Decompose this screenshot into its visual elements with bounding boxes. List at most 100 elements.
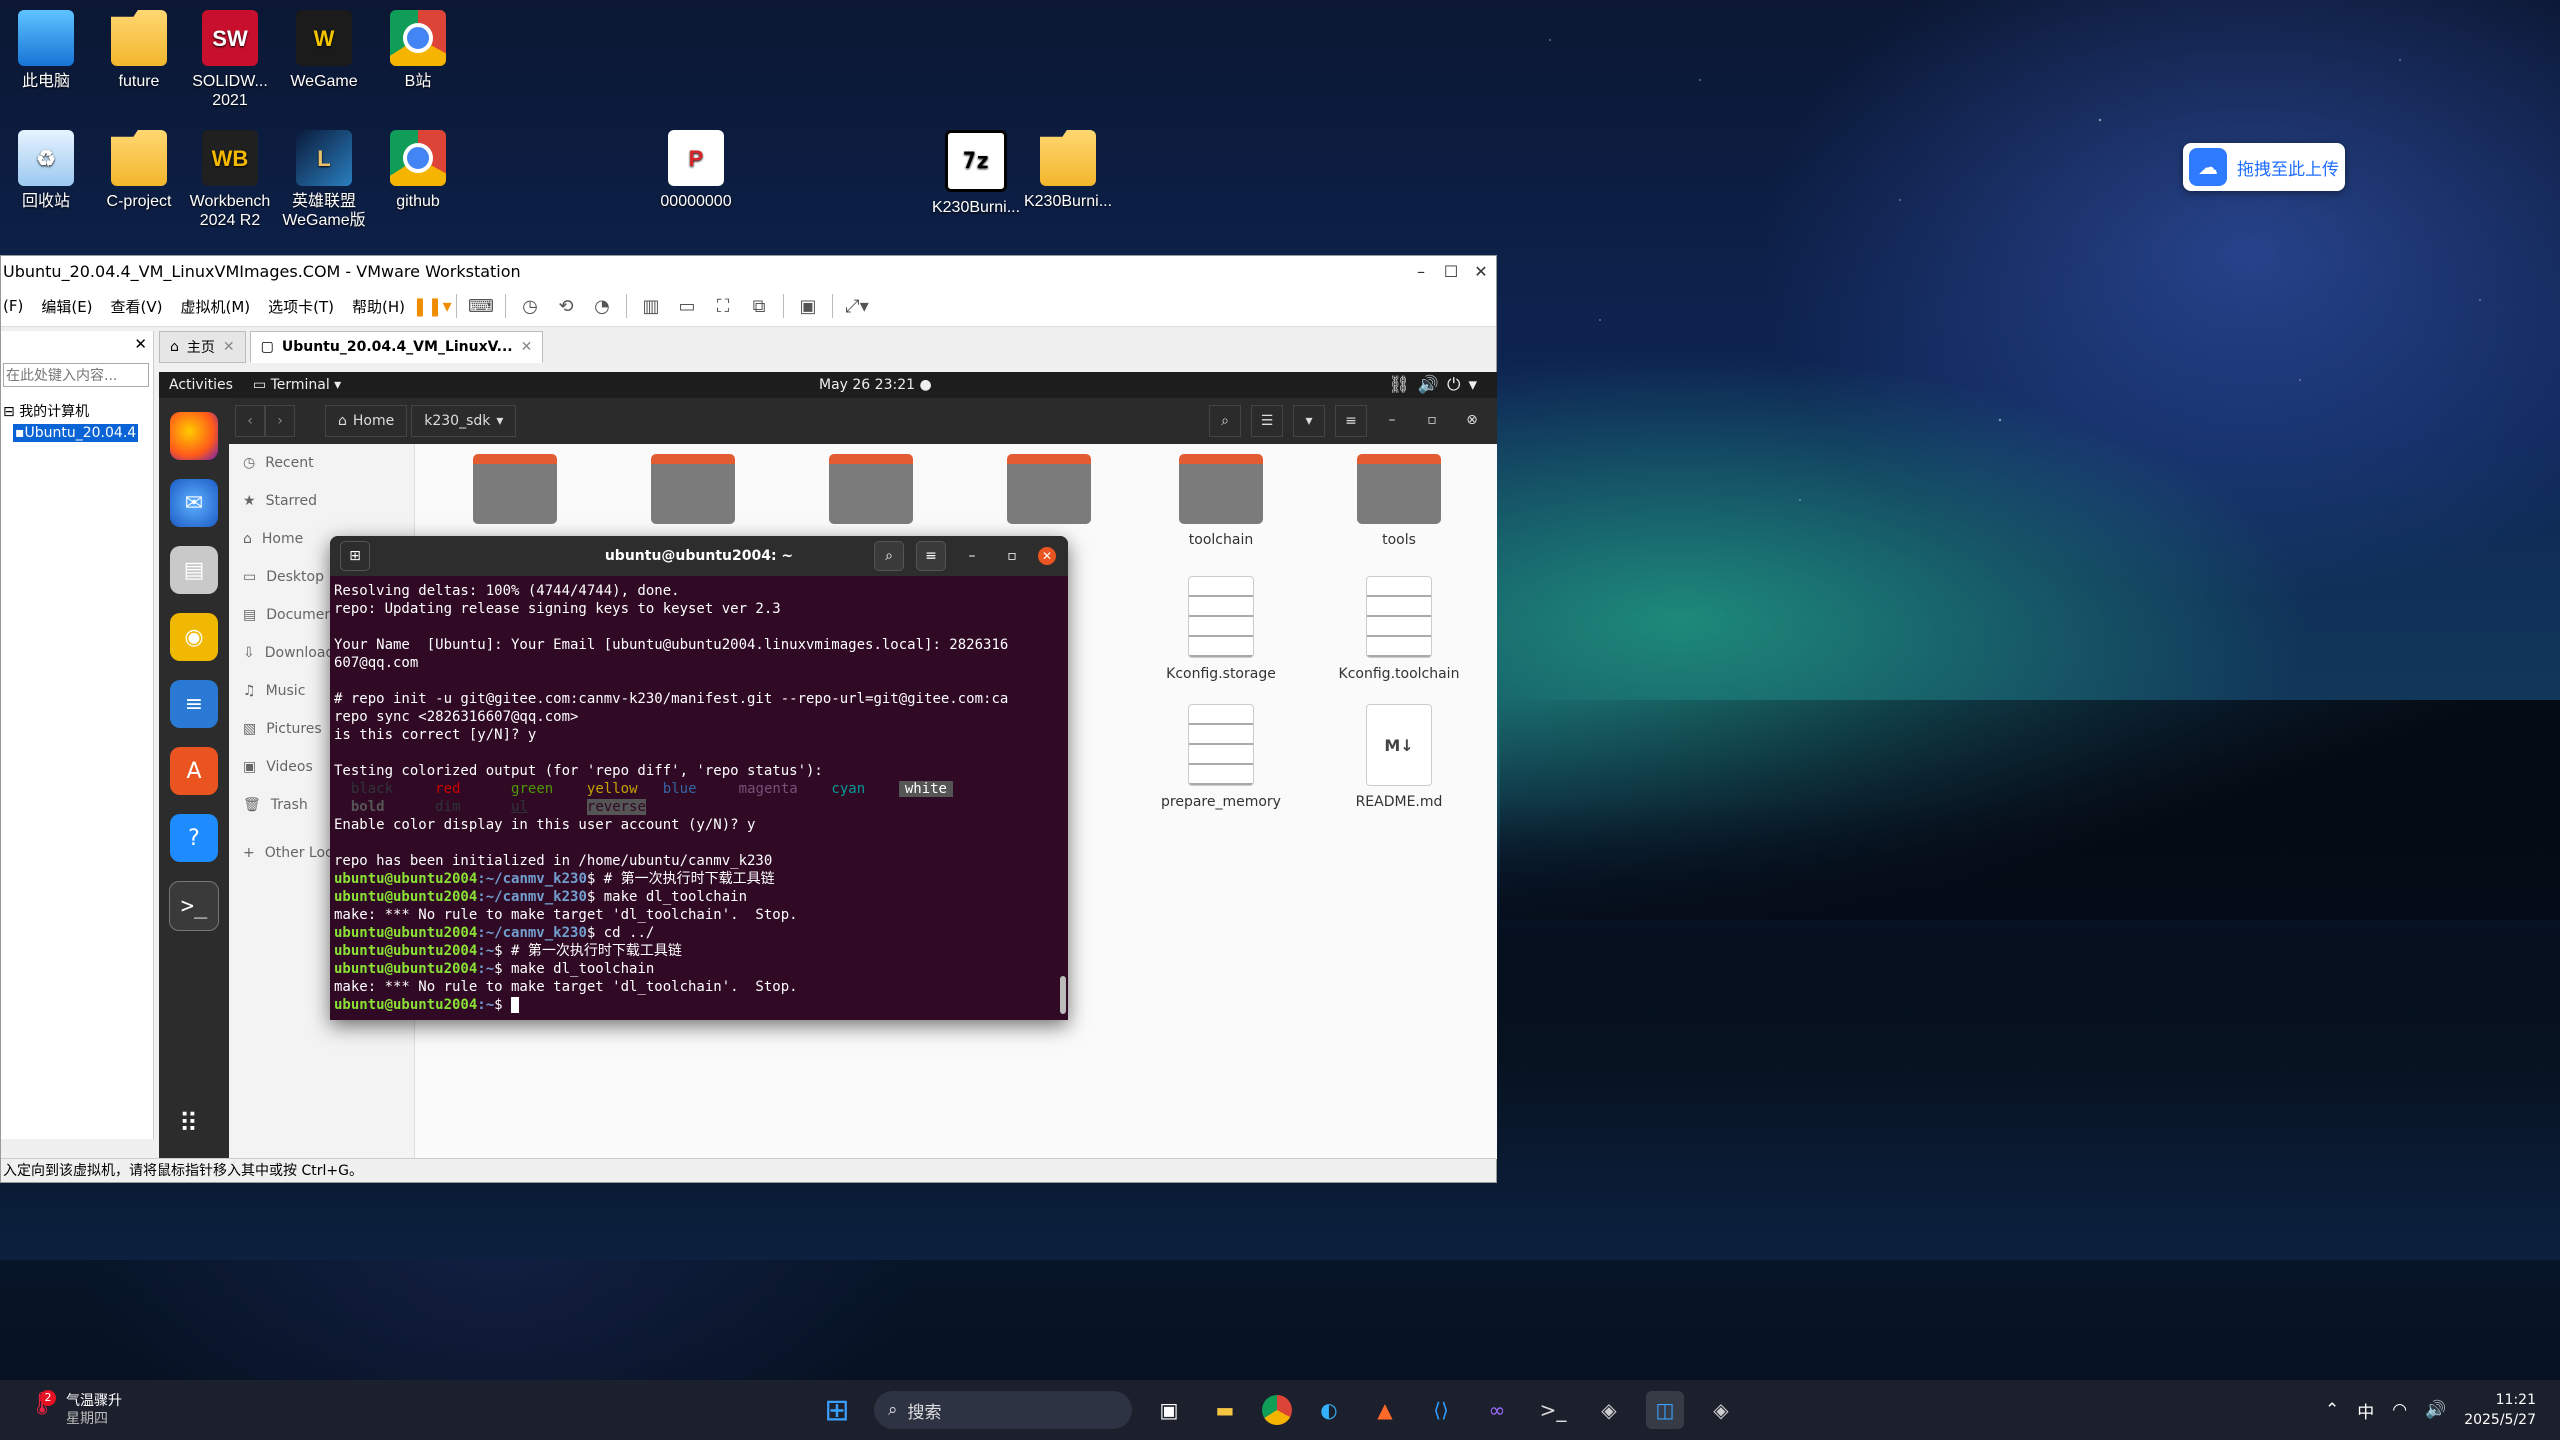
tree-root[interactable]: ⊟ 我的计算机 — [3, 401, 138, 421]
terminal-window[interactable]: ⊞ ubuntu@ubuntu2004: ~ ⌕ ≡ – ▫ ✕ Resolvi… — [330, 536, 1068, 1020]
menu-vm[interactable]: 虚拟机(M) — [172, 296, 260, 317]
files-icon[interactable]: ▤ — [170, 546, 218, 594]
send-keys-icon[interactable]: ⌨ — [466, 292, 496, 320]
terminal-scrollbar[interactable] — [1060, 976, 1066, 1014]
gnome-clock[interactable]: May 26 23:21 ● — [819, 377, 932, 393]
taskbar-clock[interactable]: 11:21 2025/5/27 — [2464, 1390, 2536, 1430]
firefox-icon[interactable] — [170, 412, 218, 460]
file-item-prepare-memory[interactable]: prepare_memory — [1151, 702, 1291, 810]
desktop-icon-github[interactable]: github — [372, 130, 464, 211]
close-icon[interactable]: ✕ — [223, 339, 235, 355]
breadcrumb-home[interactable]: ⌂ Home — [325, 405, 408, 437]
close-button[interactable]: ✕ — [1466, 262, 1496, 281]
terminal-icon[interactable]: >_ — [169, 881, 219, 931]
search-icon[interactable]: ⌕ — [1209, 405, 1241, 437]
maximize-button[interactable]: ☐ — [1436, 262, 1466, 281]
edge-icon[interactable]: ◐ — [1310, 1391, 1348, 1429]
app-menu[interactable]: ▭ Terminal ▾ — [243, 377, 351, 393]
system-tray[interactable]: ⛓🔊⏻▾ — [1388, 375, 1485, 395]
forward-icon[interactable]: › — [265, 405, 295, 437]
desktop-icon-k230-7z[interactable]: 7z K230Burni... — [930, 130, 1022, 217]
desktop-icon-bilibili[interactable]: B站 — [372, 10, 464, 91]
close-icon[interactable]: ✕ — [521, 339, 533, 355]
vscode-icon[interactable]: ⟨⟩ — [1422, 1391, 1460, 1429]
desktop-icon-solidworks[interactable]: SW SOLIDW... 2021 — [184, 10, 276, 110]
sidebar-item-starred[interactable]: ★ Starred — [229, 482, 414, 520]
file-item-kconfig-storage[interactable]: Kconfig.storage — [1151, 574, 1291, 682]
wifi-icon[interactable]: ◠ — [2392, 1400, 2407, 1420]
back-icon[interactable]: ‹ — [235, 405, 265, 437]
desktop-icon-c-project[interactable]: C-project — [93, 130, 185, 211]
app-icon[interactable]: ◈ — [1702, 1391, 1740, 1429]
tab-home[interactable]: ⌂ 主页 ✕ — [159, 331, 246, 363]
pause-icon[interactable]: ❚❚▾ — [412, 292, 451, 320]
activities-button[interactable]: Activities — [159, 377, 243, 393]
weather-widget[interactable]: 🌡 2 气温骤升 星期四 — [28, 1390, 122, 1428]
desktop-icon-lol[interactable]: L 英雄联盟 WeGame版 — [278, 130, 370, 230]
tab-ubuntu[interactable]: ▢ Ubuntu_20.04.4_VM_LinuxV... ✕ — [249, 331, 544, 363]
app-grid-icon[interactable]: ⠿ — [179, 1109, 198, 1139]
list-view-icon[interactable]: ☰ — [1251, 405, 1283, 437]
minimize-button[interactable]: – — [1406, 262, 1436, 281]
software-icon[interactable]: A — [170, 747, 218, 795]
desktop-icon-workbench[interactable]: WB Workbench 2024 R2 — [184, 130, 276, 230]
maximize-icon[interactable]: ▫ — [1417, 405, 1447, 435]
breadcrumb-k230[interactable]: k230_sdk ▾ — [411, 405, 517, 437]
fullscreen-icon[interactable]: ⛶ — [708, 292, 738, 320]
ime-indicator[interactable]: 中 — [2357, 1398, 2374, 1423]
menu-icon[interactable]: ≡ — [1335, 405, 1367, 437]
windows-start-icon[interactable]: ⊞ — [818, 1391, 856, 1429]
writer-icon[interactable]: ≡ — [170, 680, 218, 728]
view-options-icon[interactable]: ▾ — [1293, 405, 1325, 437]
snapshot-icon[interactable]: ◷ — [515, 292, 545, 320]
rhythmbox-icon[interactable]: ◉ — [170, 613, 218, 661]
close-icon[interactable]: ⊗ — [1457, 405, 1487, 435]
desktop-icon-wegame[interactable]: W WeGame — [278, 10, 370, 91]
menu-icon[interactable]: ≡ — [916, 541, 946, 571]
revert-snapshot-icon[interactable]: ⟲ — [551, 292, 581, 320]
thunderbird-icon[interactable]: ✉ — [170, 479, 218, 527]
menu-help[interactable]: 帮助(H) — [343, 296, 414, 317]
menu-edit[interactable]: 编辑(E) — [32, 296, 101, 317]
close-icon[interactable]: ✕ — [134, 335, 147, 353]
terminal-output[interactable]: Resolving deltas: 100% (4744/4744), done… — [330, 576, 1068, 1020]
desktop-icon-future[interactable]: future — [93, 10, 185, 91]
minimize-icon[interactable]: – — [958, 542, 986, 570]
file-explorer-icon[interactable]: ▬ — [1206, 1391, 1244, 1429]
folder-item[interactable] — [623, 444, 763, 532]
library-search-input[interactable]: 在此处键入内容... — [3, 363, 149, 387]
visual-studio-icon[interactable]: ∞ — [1478, 1391, 1516, 1429]
folder-item-toolchain[interactable]: toolchain — [1151, 444, 1291, 548]
thumbnail-view-icon[interactable]: ▭ — [672, 292, 702, 320]
chrome-icon[interactable] — [1262, 1395, 1292, 1425]
help-icon[interactable]: ? — [170, 814, 218, 862]
menu-view[interactable]: 查看(V) — [102, 296, 172, 317]
drag-upload-button[interactable]: ☁ 拖拽至此上传 — [2183, 143, 2345, 191]
desktop-icon-k230-folder[interactable]: K230Burni... — [1022, 130, 1114, 211]
folder-item-tools[interactable]: tools — [1329, 444, 1469, 548]
folder-item[interactable] — [445, 444, 585, 532]
library-view-icon[interactable]: ▥ — [636, 292, 666, 320]
file-item-kconfig-toolchain[interactable]: Kconfig.toolchain — [1329, 574, 1469, 682]
volume-icon[interactable]: 🔊 — [2425, 1400, 2446, 1420]
app-icon[interactable]: ◈ — [1590, 1391, 1628, 1429]
matlab-icon[interactable]: ▲ — [1366, 1391, 1404, 1429]
snapshot-manager-icon[interactable]: ◔ — [587, 292, 617, 320]
minimize-icon[interactable]: – — [1377, 405, 1407, 435]
file-item-readme[interactable]: M↓ README.md — [1329, 702, 1469, 810]
task-view-icon[interactable]: ▣ — [1150, 1391, 1188, 1429]
chevron-up-icon[interactable]: ⌃ — [2325, 1400, 2339, 1420]
menu-tabs[interactable]: 选项卡(T) — [259, 296, 343, 317]
menu-file[interactable]: (F) — [1, 297, 32, 315]
tree-item-ubuntu[interactable]: ▪Ubuntu_20.04.4 — [13, 424, 139, 442]
desktop-icon-recycle-bin[interactable]: ♻ 回收站 — [0, 130, 92, 211]
search-icon[interactable]: ⌕ — [874, 541, 904, 571]
desktop-icon-pdf[interactable]: P 00000000 — [650, 130, 742, 211]
desktop-icon-this-pc[interactable]: 此电脑 — [0, 10, 92, 91]
maximize-icon[interactable]: ▫ — [998, 542, 1026, 570]
taskbar-search[interactable]: ⌕ 搜索 — [874, 1391, 1132, 1429]
terminal-icon[interactable]: >_ — [1534, 1391, 1572, 1429]
console-icon[interactable]: ▣ — [793, 292, 823, 320]
unity-icon[interactable]: ⧉ — [744, 292, 774, 320]
sidebar-item-recent[interactable]: ◷ Recent — [229, 444, 414, 482]
